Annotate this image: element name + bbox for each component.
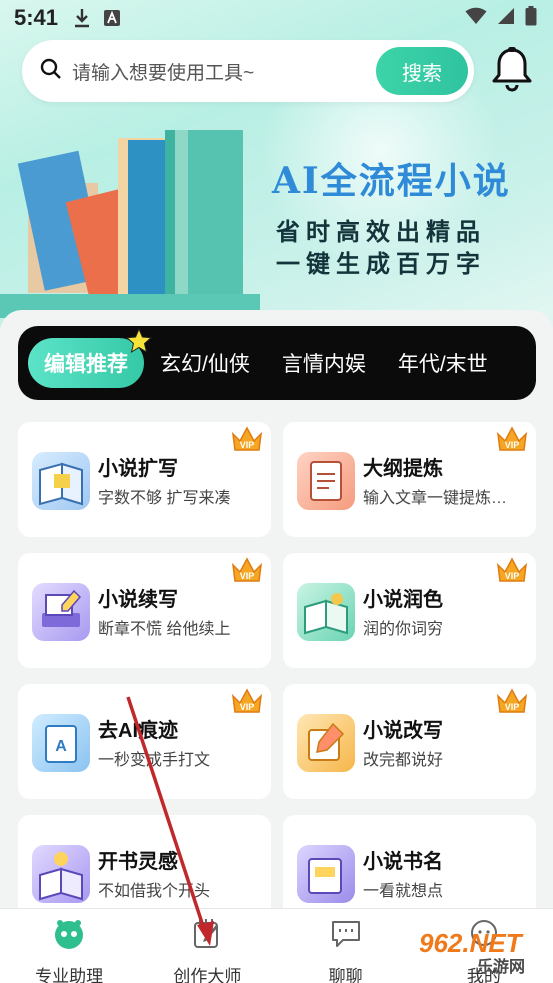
status-time: 5:41: [14, 5, 59, 30]
svg-text:A: A: [55, 738, 67, 755]
category-tab-romance[interactable]: 言情内娱: [266, 348, 382, 378]
tool-desc: 一秒变成手打文: [98, 752, 211, 769]
rewrite-icon: [297, 714, 355, 772]
tool-card-inspiration[interactable]: 开书灵感 不如借我个开头: [18, 815, 271, 908]
pen-notebook-icon: [190, 917, 224, 956]
notification-bell-icon[interactable]: [487, 44, 537, 94]
title-icon: [297, 845, 355, 903]
tool-title: 大纲提炼: [363, 458, 443, 480]
tool-card-de-ai[interactable]: A 去AI痕迹 一秒变成手打文 VIP: [18, 684, 271, 799]
tool-desc: 输入文章一键提炼…: [363, 490, 508, 507]
tool-title: 去AI痕迹: [98, 720, 178, 742]
tab-chat[interactable]: 聊聊: [277, 909, 415, 983]
continue-icon: [32, 583, 90, 641]
tool-card-rewrite[interactable]: 小说改写 改完都说好 VIP: [283, 684, 536, 799]
svg-text:VIP: VIP: [240, 702, 255, 712]
tool-title: 小说改写: [363, 720, 443, 742]
battery-icon: [525, 6, 537, 31]
tool-card-continue[interactable]: 小说续写 断章不慌 给他续上 VIP: [18, 553, 271, 668]
category-tab-era[interactable]: 年代/末世: [382, 348, 504, 378]
vip-crown-icon: VIP: [492, 420, 532, 454]
vip-crown-icon: VIP: [227, 682, 267, 716]
tab-label: 创作大师: [173, 967, 242, 983]
svg-text:VIP: VIP: [240, 440, 255, 450]
banner-subtitle: 一键生成百万字: [276, 249, 486, 278]
polish-icon: [297, 583, 355, 641]
hero-banner[interactable]: 5:41 请输入想要使用工具~ 搜索 AI全流程小说 省时高效出精品 一键生成百…: [0, 0, 553, 340]
vip-crown-icon: VIP: [227, 551, 267, 585]
tool-card-expand[interactable]: 小说扩写 字数不够 扩写来凑 VIP: [18, 422, 271, 537]
tool-title: 开书灵感: [98, 851, 178, 873]
category-label: 编辑推荐: [44, 353, 128, 376]
tool-title: 小说续写: [98, 589, 178, 611]
status-bar: 5:41: [0, 0, 553, 36]
vip-crown-icon: VIP: [227, 420, 267, 454]
site-watermark: 962.NET 乐游网: [415, 922, 550, 978]
tool-desc: 改完都说好: [363, 752, 444, 769]
signal-icon: [497, 7, 515, 30]
de-ai-icon: A: [32, 714, 90, 772]
search-button[interactable]: 搜索: [376, 47, 468, 95]
tool-title: 小说扩写: [98, 458, 178, 480]
download-icon: [72, 8, 92, 28]
tool-desc: 润的你词穷: [363, 621, 444, 638]
expand-book-icon: [32, 452, 90, 510]
tool-desc: 一看就想点: [363, 883, 444, 900]
tab-label: 专业助理: [35, 967, 104, 983]
assistant-icon: [52, 917, 86, 956]
tab-creator[interactable]: 创作大师: [138, 909, 276, 983]
tool-title: 小说书名: [363, 851, 443, 873]
vip-crown-icon: VIP: [492, 682, 532, 716]
tab-assistant[interactable]: 专业助理: [0, 909, 138, 983]
category-tab-fantasy[interactable]: 玄幻/仙侠: [144, 348, 266, 378]
chat-icon: [329, 917, 363, 956]
tools-panel: 编辑推荐 玄幻/仙侠 言情内娱 年代/末世 小说扩写 字数不够 扩写来凑 VIP…: [0, 310, 553, 908]
tool-card-polish[interactable]: 小说润色 润的你词穷 VIP: [283, 553, 536, 668]
tool-desc: 不如借我个开头: [98, 883, 211, 900]
tool-desc: 字数不够 扩写来凑: [98, 490, 231, 507]
books-illustration: [0, 118, 260, 318]
wifi-icon: [465, 7, 487, 30]
search-input[interactable]: 请输入想要使用工具~: [72, 58, 376, 85]
svg-text:乐游网: 乐游网: [477, 957, 525, 976]
app-notification-icon: [102, 8, 122, 28]
svg-text:962.NET: 962.NET: [419, 928, 524, 958]
svg-text:VIP: VIP: [505, 571, 520, 581]
vip-crown-icon: VIP: [492, 551, 532, 585]
tool-card-outline[interactable]: 大纲提炼 输入文章一键提炼… VIP: [283, 422, 536, 537]
svg-text:VIP: VIP: [505, 702, 520, 712]
search-icon: [40, 58, 62, 85]
tab-label: 聊聊: [328, 967, 363, 983]
svg-text:VIP: VIP: [240, 571, 255, 581]
tool-desc: 断章不慌 给他续上: [98, 621, 231, 638]
banner-title: AI全流程小说: [272, 160, 511, 202]
tool-title: 小说润色: [363, 589, 443, 611]
category-tabs[interactable]: 编辑推荐 玄幻/仙侠 言情内娱 年代/末世: [18, 326, 536, 400]
banner-subtitle: 省时高效出精品: [276, 217, 486, 246]
search-bar[interactable]: 请输入想要使用工具~ 搜索: [22, 40, 474, 102]
outline-icon: [297, 452, 355, 510]
star-icon: [125, 327, 153, 360]
tool-card-book-title[interactable]: 小说书名 一看就想点: [283, 815, 536, 908]
svg-text:VIP: VIP: [505, 440, 520, 450]
category-tab-editor-pick[interactable]: 编辑推荐: [28, 327, 153, 388]
inspiration-icon: [32, 845, 90, 903]
